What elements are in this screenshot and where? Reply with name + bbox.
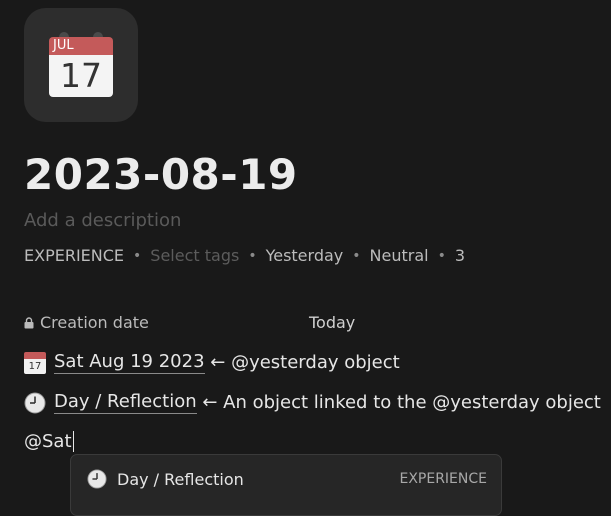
page-title[interactable]: 2023-08-19 xyxy=(24,150,298,199)
tags-select[interactable]: Select tags xyxy=(150,246,239,265)
meta-separator: • xyxy=(352,247,361,264)
property-label: Creation date xyxy=(40,313,149,332)
popup-item-type: EXPERIENCE xyxy=(399,471,487,487)
meta-type[interactable]: EXPERIENCE xyxy=(24,246,124,265)
calendar-icon-day: 17 xyxy=(49,55,113,97)
object-link[interactable]: Day / Reflection xyxy=(54,391,197,414)
creation-date-row: Creation date Today xyxy=(24,313,355,332)
date-link[interactable]: Sat Aug 19 2023 xyxy=(54,351,205,374)
calendar-icon-month: JUL xyxy=(49,37,113,55)
meta-separator: • xyxy=(248,247,257,264)
calendar-icon: JUL 17 xyxy=(49,32,113,98)
text-cursor xyxy=(72,431,74,452)
text-line: Day / Reflection ← An object linked to t… xyxy=(24,391,601,414)
object-icon-tile[interactable]: JUL 17 xyxy=(24,8,138,122)
text-line: 17 Sat Aug 19 2023 ← @yesterday object xyxy=(24,351,400,374)
clock-icon xyxy=(24,392,46,413)
meta-separator: • xyxy=(437,247,446,264)
meta-day[interactable]: Yesterday xyxy=(266,246,344,265)
meta-separator: • xyxy=(133,247,142,264)
popup-item-label: Day / Reflection xyxy=(117,469,244,489)
clock-icon xyxy=(87,469,107,489)
mention-popup: Day / Reflection EXPERIENCE xyxy=(70,454,502,516)
editor-input-line[interactable]: @Sat xyxy=(24,431,74,452)
property-value[interactable]: Today xyxy=(309,313,429,332)
popup-item[interactable]: Day / Reflection EXPERIENCE xyxy=(87,469,487,489)
mini-calendar-day: 17 xyxy=(24,358,46,374)
lock-icon xyxy=(24,316,34,328)
meta-bar: EXPERIENCE • Select tags • Yesterday • N… xyxy=(24,246,465,265)
description-field[interactable]: Add a description xyxy=(24,210,181,231)
line-text: ← @yesterday object xyxy=(204,352,400,373)
typed-text[interactable]: @Sat xyxy=(24,431,72,452)
line-text: ← An object linked to the @yesterday obj… xyxy=(196,392,601,413)
meta-mood[interactable]: Neutral xyxy=(370,246,429,265)
calendar-icon: 17 xyxy=(24,351,46,374)
meta-count[interactable]: 3 xyxy=(455,246,465,265)
